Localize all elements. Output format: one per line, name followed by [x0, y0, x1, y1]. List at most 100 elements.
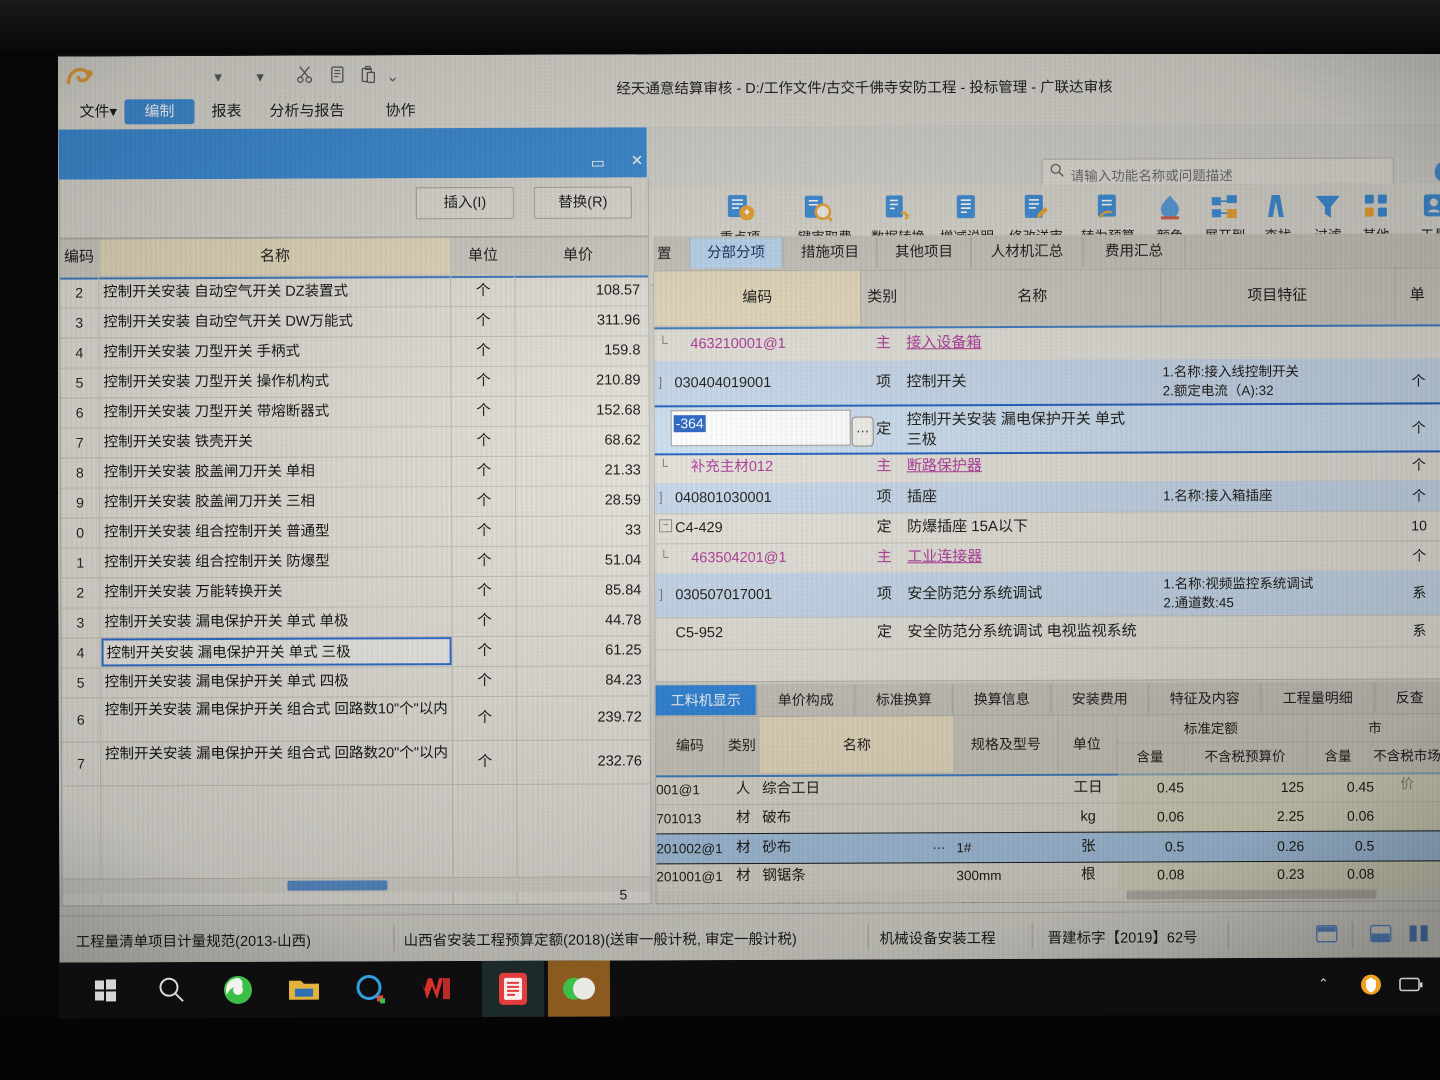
row-code: 030404019001	[674, 374, 772, 392]
row-code: 0	[76, 524, 85, 541]
col-header-unit: 单	[1394, 268, 1440, 323]
horizontal-scrollbar[interactable]	[656, 888, 1440, 904]
table-row[interactable]: └ 463210001@1 主 接入设备箱	[654, 324, 1440, 363]
table-row[interactable]: 6 控制开关安装 漏电保护开关 组合式 回路数10"个"以内 个 239.72	[61, 695, 650, 743]
menu-item-edit[interactable]: 编制	[124, 99, 195, 125]
battery-icon[interactable]	[1398, 973, 1424, 995]
tree-toggle-icon[interactable]: └	[658, 335, 667, 350]
tab-gongliaoji-display[interactable]: 工料机显示	[654, 684, 757, 716]
qq-icon[interactable]	[350, 969, 390, 1009]
row-name: 接入设备箱	[906, 334, 982, 352]
table-row[interactable]: 2 控制开关安装 自动空气开关 DZ装置式 个 108.57	[60, 275, 649, 309]
tree-toggle-icon[interactable]: ]	[659, 489, 663, 504]
table-row[interactable]: 7 控制开关安装 铁壳开关 个 68.62	[60, 425, 649, 459]
tab-rencaijihuizong[interactable]: 人材机汇总	[970, 236, 1084, 268]
tree-toggle-icon[interactable]: └	[659, 549, 668, 564]
row-code: 7	[77, 755, 85, 772]
menu-item-report[interactable]: 报表	[204, 98, 248, 126]
table-row[interactable]: 9 控制开关安装 胶盖闸刀开关 三相 个 28.59	[60, 485, 650, 519]
minimize-icon[interactable]: ▭	[591, 154, 605, 172]
table-row[interactable]: 0 控制开关安装 组合控制开关 普通型 个 33	[61, 515, 650, 549]
layout-horizontal-icon[interactable]	[1315, 924, 1338, 944]
tab-quantity-detail[interactable]: 工程量明细	[1260, 682, 1375, 714]
taskbar-glodon-budget[interactable]	[481, 960, 545, 1018]
table-row[interactable]: 3 控制开关安装 漏电保护开关 单式 单极 个 44.78	[61, 605, 650, 639]
table-row[interactable]: └ 463504201@1 主 工业连接器 个	[655, 540, 1440, 575]
chevron-up-icon[interactable]: ⌃	[1318, 976, 1329, 992]
undo-caret-icon[interactable]: ▾	[214, 68, 222, 86]
code-editor-cell[interactable]: -364 ⋯	[670, 409, 874, 447]
windows-start-icon[interactable]	[86, 970, 126, 1010]
table-row[interactable]: 7 控制开关安装 漏电保护开关 组合式 回路数20"个"以内 个 232.76	[61, 739, 651, 787]
table-row[interactable]: 1 控制开关安装 组合控制开关 防爆型 个 51.04	[61, 545, 650, 579]
boq-items-grid[interactable]: 编码 类别 名称 项目特征 单 └ 463210001@1 主 接入设备箱] …	[653, 267, 1440, 683]
layout-split-icon[interactable]	[1408, 923, 1430, 943]
table-row[interactable]: ] 030404019001 项 控制开关 1.名称:接入线控制开关 2.额定电…	[654, 358, 1440, 407]
table-row[interactable]: 5 控制开关安装 漏电保护开关 单式 四极 个 84.23	[61, 665, 650, 699]
table-row[interactable]: ] 030507017001 项 安全防范分系统调试 1.名称:视频监控系统调试…	[655, 570, 1440, 619]
security-icon[interactable]	[1358, 972, 1384, 998]
paste-icon[interactable]	[360, 65, 376, 84]
table-row-selected[interactable]: 4 控制开关安装 漏电保护开关 单式 三极 个 61.25	[61, 635, 650, 669]
tree-toggle-icon[interactable]: ]	[659, 586, 663, 601]
tab-reverse-query[interactable]: 反查	[1374, 682, 1440, 713]
table-row[interactable]: 3 控制开关安装 自动空气开关 DW万能式 个 311.96	[60, 305, 649, 339]
taskbar-search-icon[interactable]	[152, 970, 192, 1010]
close-icon[interactable]: ✕	[631, 151, 644, 169]
tab-standard-conversion[interactable]: 标准换算	[854, 684, 953, 715]
table-row[interactable]: 2 控制开关安装 万能转换开关 个 85.84	[61, 575, 650, 609]
table-row[interactable]: 8 控制开关安装 胶盖闸刀开关 单相 个 21.33	[60, 455, 649, 489]
quota-library-grid[interactable]: 编码 名称 单位 单价 2 控制开关安装 自动空气开关 DZ装置式 个 108.…	[58, 236, 652, 907]
more-caret-icon[interactable]: ⌄	[386, 67, 399, 85]
table-row[interactable]: ] 040801030001 项 插座 1.名称:接入箱插座 个	[654, 480, 1440, 515]
tree-collapse-icon[interactable]: −	[659, 519, 673, 533]
tools-icon	[1409, 187, 1440, 227]
tab-conversion-info[interactable]: 换算信息	[952, 683, 1051, 715]
tab-qitaxiangmu[interactable]: 其他项目	[876, 237, 972, 268]
resource-detail-grid[interactable]: 编码 类别 名称 规格及型号 单位 标准定额 市 含量 不含税预算价 含量 不含…	[654, 713, 1440, 905]
login-status-button[interactable]: 未登录	[1434, 161, 1440, 183]
table-row[interactable]: 201001@1 材 钢锯条 300mm 根 0.08 0.23 0.08	[656, 859, 1440, 893]
redo-caret-icon[interactable]: ▾	[256, 68, 264, 86]
tree-toggle-icon[interactable]: ]	[658, 374, 662, 389]
insert-button[interactable]: 插入(I)	[415, 186, 514, 220]
row-type: 材	[735, 810, 751, 827]
tab-feiyonghuizong[interactable]: 费用汇总	[1082, 236, 1186, 267]
copy-icon[interactable]	[329, 66, 345, 84]
row-name: 控制开关	[906, 373, 967, 391]
table-row[interactable]: 4 控制开关安装 刀型开关 手柄式 个 159.8	[60, 335, 649, 369]
table-row[interactable]: └ 补充主材012 主 断路保护器 个	[654, 448, 1440, 485]
table-row[interactable]: 701013 材 破布 kg 0.06 2.25 0.06	[656, 801, 1440, 835]
tab-installation-fee[interactable]: 安装费用	[1050, 683, 1149, 714]
scrollbar-thumb[interactable]	[1126, 889, 1377, 900]
replace-button[interactable]: 替换(R)	[533, 186, 632, 219]
tree-toggle-icon[interactable]: └	[659, 458, 668, 473]
menu-item-collab[interactable]: 协作	[378, 97, 422, 125]
layout-vertical-icon[interactable]	[1369, 924, 1392, 944]
col-header-type: 类别	[723, 716, 762, 774]
to-budget-icon	[1073, 188, 1143, 228]
ellipsis-browse-button[interactable]: ⋯	[932, 833, 945, 862]
tab-cuoshixiangmu[interactable]: 措施项目	[782, 237, 878, 268]
table-row[interactable]: − C4-429 定 防爆插座 15A以下 10	[655, 510, 1440, 545]
table-row[interactable]: 001@1 人 综合工日 工日 0.45 125 0.45	[656, 772, 1440, 806]
scrollbar-thumb[interactable]	[287, 880, 388, 891]
table-row-editing[interactable]: -364 ⋯ 定 控制开关安装 漏电保护开关 单式 三极 个	[654, 402, 1440, 456]
file-explorer-icon[interactable]	[284, 970, 324, 1010]
tab-feature-content[interactable]: 特征及内容	[1148, 683, 1261, 714]
row-unit: 个	[476, 402, 491, 420]
table-row[interactable]: 6 控制开关安装 刀型开关 带熔断器式 个 152.68	[60, 395, 649, 429]
cut-icon[interactable]	[296, 66, 313, 84]
tab-fenbufenxiang[interactable]: 分部分项	[688, 237, 784, 269]
wps-icon[interactable]	[416, 969, 456, 1009]
table-row[interactable]: 5 控制开关安装 刀型开关 操作机构式 个 210.89	[60, 365, 649, 399]
table-row[interactable]: C5-952 定 安全防范分系统调试 电视监视系统 系	[655, 614, 1440, 651]
menu-item-file[interactable]: 文件▾	[72, 98, 124, 126]
edge-browser-icon[interactable]	[218, 970, 258, 1010]
tab-unit-price-composition[interactable]: 单价构成	[756, 684, 855, 715]
taskbar-glodon-audit[interactable]	[547, 960, 611, 1017]
search-icon	[1050, 163, 1064, 177]
menu-item-analysis[interactable]: 分析与报告	[262, 98, 351, 126]
row-price: 0.23	[1277, 865, 1305, 882]
horizontal-scrollbar[interactable]	[62, 876, 651, 894]
